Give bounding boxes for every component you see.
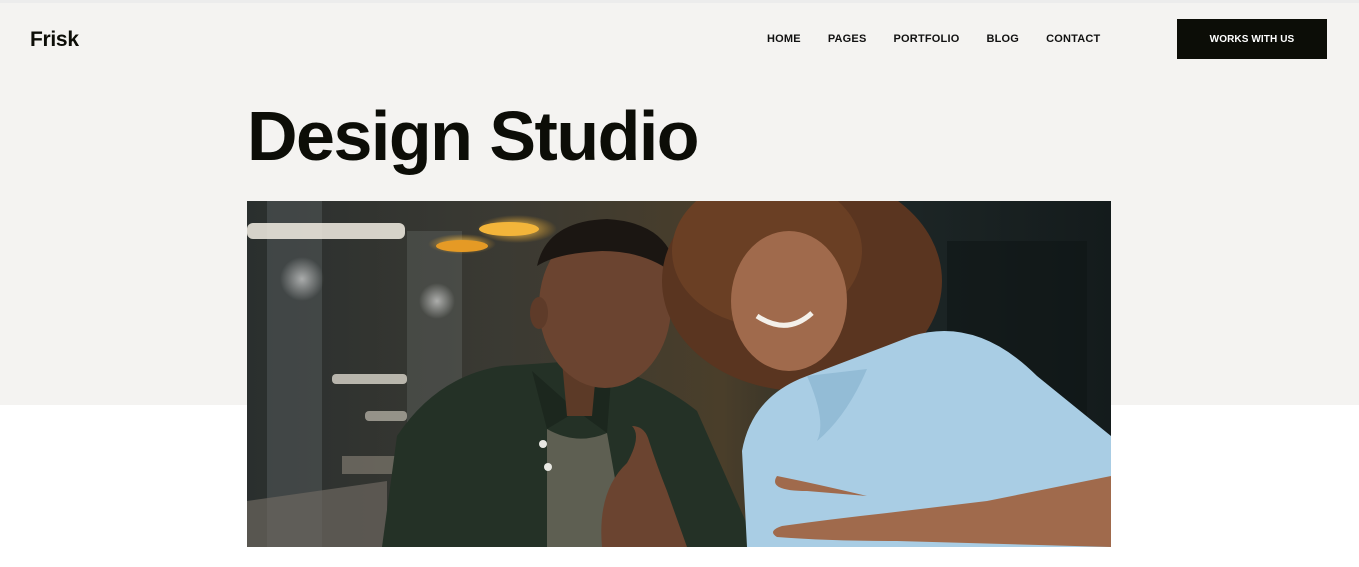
page-title: Design Studio [247,97,700,175]
nav-item-blog[interactable]: BLOG [986,33,1019,45]
nav-item-contact[interactable]: CONTACT [1046,33,1100,45]
hero-photo [247,201,1111,547]
nav-item-home[interactable]: HOME [767,33,801,45]
hero-photo-illustration [247,201,1111,547]
site-logo[interactable]: Frisk [30,28,79,52]
page: Frisk HOME PAGES PORTFOLIO BLOG CONTACT … [0,0,1359,567]
nav-item-portfolio[interactable]: PORTFOLIO [894,33,960,45]
main-nav: HOME PAGES PORTFOLIO BLOG CONTACT [767,33,1100,45]
works-with-us-button[interactable]: WORKS WITH US [1177,19,1327,59]
nav-item-pages[interactable]: PAGES [828,33,867,45]
